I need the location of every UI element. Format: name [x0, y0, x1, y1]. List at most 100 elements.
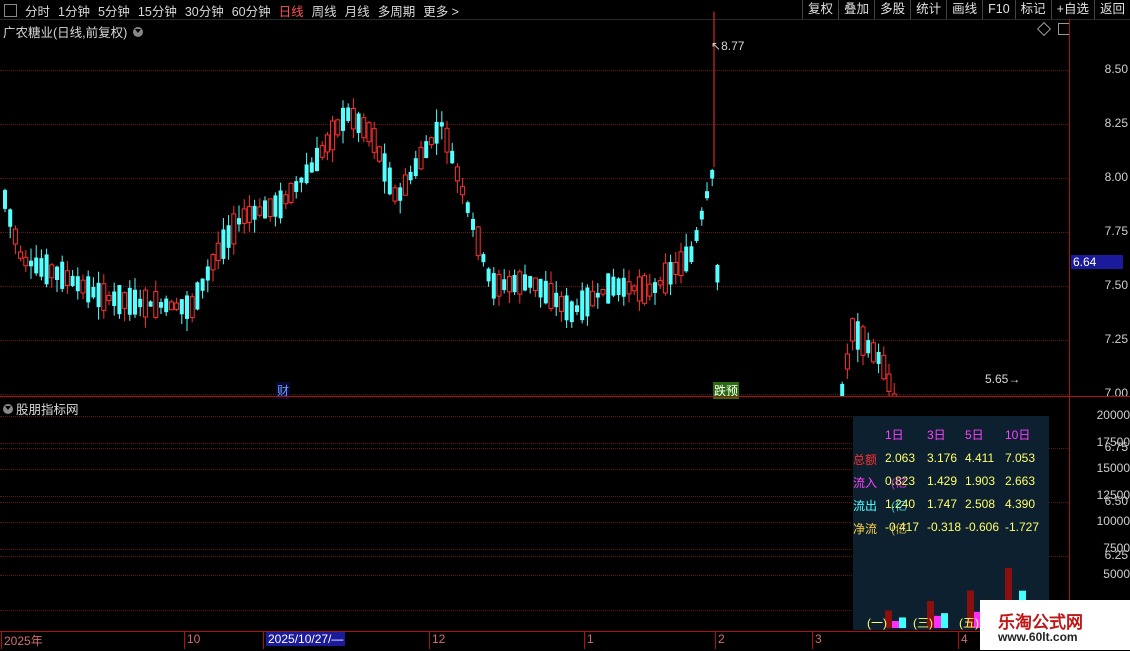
- candle-body: [496, 273, 502, 297]
- candle-body: [159, 302, 163, 308]
- volume-gridline: [0, 575, 852, 576]
- candle-body: [142, 289, 148, 318]
- candle-body: [195, 282, 200, 310]
- fund-table-header: 10日: [1005, 428, 1031, 442]
- candle-body: [106, 294, 112, 301]
- high-price-annotation: ↖8.77: [711, 39, 745, 53]
- candle-body: [246, 206, 252, 223]
- candle-body: [444, 127, 450, 153]
- candle-body: [439, 122, 444, 127]
- candle-body: [428, 137, 434, 146]
- price-tick-label: 8.25: [1104, 116, 1128, 130]
- volume-tick-label: 17500: [1096, 434, 1130, 449]
- fund-cell: 1.747: [927, 497, 958, 511]
- current-price-label: 6.64: [1071, 255, 1123, 269]
- candlestick-chart[interactable]: [0, 0, 1068, 396]
- candle-body: [75, 276, 80, 292]
- candle-body: [361, 117, 367, 139]
- candle-body: [371, 128, 377, 153]
- candle-body: [840, 383, 845, 396]
- candle-body: [55, 266, 59, 281]
- candle-body: [174, 302, 180, 311]
- candle-body: [278, 190, 283, 219]
- candle-body: [392, 187, 398, 202]
- candle-body: [881, 354, 887, 380]
- candle-body: [3, 190, 7, 209]
- candle-body: [543, 280, 548, 304]
- candle-body: [606, 273, 611, 304]
- candle-body: [710, 170, 715, 179]
- candle-body: [387, 167, 392, 195]
- candle-body: [600, 289, 606, 295]
- volume-tick-label: 5000: [1103, 567, 1130, 581]
- date-tick: [958, 631, 959, 649]
- candle-body: [689, 246, 694, 263]
- candle-body: [112, 291, 117, 307]
- candle-body: [252, 205, 257, 220]
- price-tick-label: 7.50: [1104, 278, 1128, 292]
- volume-gridline: [0, 495, 852, 497]
- date-tick: [184, 631, 185, 649]
- candle-body: [179, 299, 184, 315]
- date-tick-label: 3: [815, 632, 822, 646]
- candle-body: [699, 210, 704, 220]
- candle-body: [18, 251, 24, 259]
- candle-body: [356, 113, 361, 133]
- low-price-annotation: 5.65→: [985, 372, 1021, 386]
- candle-body: [273, 195, 278, 217]
- date-tick-label: 2: [718, 632, 725, 646]
- price-tick-label: 7.75: [1104, 224, 1128, 238]
- candle-body: [257, 206, 263, 216]
- fund-cell: 1.903: [965, 474, 996, 488]
- candle-body: [657, 280, 663, 286]
- candle-body: [91, 286, 96, 298]
- date-tick-label: 10: [187, 632, 201, 646]
- volume-gridline: [0, 548, 852, 550]
- candle-body: [850, 318, 856, 342]
- candle-body: [517, 271, 523, 295]
- candle-body: [185, 295, 189, 319]
- indicator-dropdown-icon[interactable]: [3, 403, 13, 414]
- candle-body: [44, 254, 49, 285]
- candle-body: [491, 273, 496, 299]
- candle-body: [221, 229, 226, 259]
- candle-body: [117, 285, 122, 315]
- candle-body: [876, 351, 881, 364]
- candle-body: [585, 287, 590, 317]
- candle-body: [12, 228, 18, 245]
- candle-body: [210, 254, 216, 271]
- candle-body: [471, 218, 475, 230]
- toolbar-button-8[interactable]: 返回: [1093, 0, 1130, 19]
- volume-tick-label: 15000: [1096, 461, 1130, 475]
- candle-body: [263, 200, 267, 219]
- candle-body: [870, 342, 876, 363]
- candle-body: [86, 276, 91, 303]
- candle-body: [60, 261, 65, 289]
- logo-url: www.60lt.com: [998, 630, 1078, 644]
- candle-body: [138, 298, 143, 308]
- fund-bar: [899, 617, 906, 628]
- candle-body: [460, 186, 466, 196]
- fund-row-label: 净流: [853, 522, 878, 536]
- candle-body: [315, 147, 319, 172]
- candle-body: [866, 340, 871, 354]
- candle-body: [653, 282, 657, 293]
- candle-body: [475, 226, 481, 257]
- candle-body: [283, 194, 289, 205]
- fund-cell: 2.508: [965, 497, 996, 511]
- panel-divider[interactable]: [0, 396, 1130, 397]
- date-tick-label: 2025年: [4, 634, 43, 648]
- candle-body: [860, 326, 866, 356]
- candle-body: [434, 121, 439, 144]
- candle-body: [200, 278, 205, 291]
- candle-body: [548, 283, 554, 310]
- date-tick-label: 2025/10/27/—: [266, 632, 346, 646]
- candle-body: [569, 301, 574, 323]
- candle-body: [382, 153, 387, 182]
- price-tick-label: 7.25: [1104, 332, 1128, 346]
- candle-body: [855, 321, 860, 350]
- candle-body: [465, 202, 470, 213]
- date-tick: [584, 631, 585, 649]
- candle-body: [631, 285, 637, 292]
- fund-cell: -0.318: [927, 520, 962, 534]
